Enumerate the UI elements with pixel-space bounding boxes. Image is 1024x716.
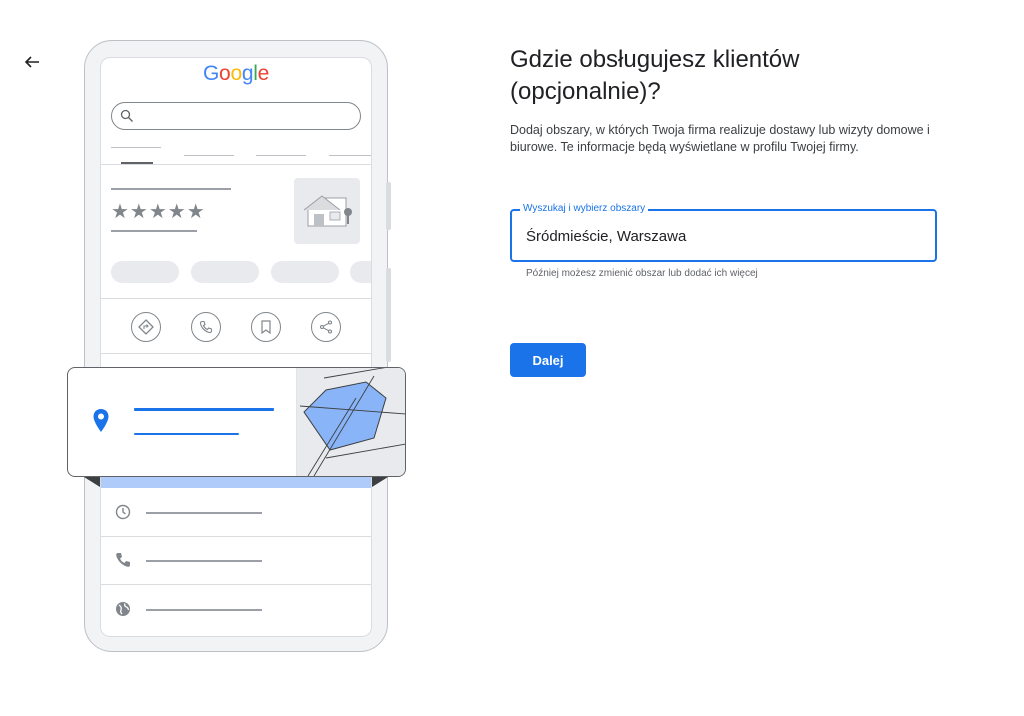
divider (101, 353, 371, 354)
divider (101, 584, 371, 585)
chip-placeholder (271, 261, 339, 283)
chip-placeholder (350, 261, 371, 283)
tab-line (184, 155, 234, 156)
back-button[interactable] (18, 48, 46, 76)
placeholder-line (146, 512, 262, 514)
phone-screen: Google ★★★★★ (100, 57, 372, 637)
phone-row-icon (113, 550, 133, 570)
website-row-icon (113, 599, 133, 619)
divider (101, 298, 371, 299)
placeholder-line (111, 230, 197, 232)
next-button[interactable]: Dalej (510, 343, 586, 377)
phone-icon (116, 553, 130, 567)
directions-action (131, 312, 161, 342)
storefront-icon (303, 195, 352, 227)
save-action (251, 312, 281, 342)
highlight-strip (101, 476, 371, 488)
tab-line (256, 155, 306, 156)
helper-text: Później możesz zmienić obszar lub dodać … (526, 268, 758, 279)
placeholder-line (146, 560, 262, 562)
service-area-field-label: Wyszukaj i wybierz obszary (520, 203, 649, 215)
rating-stars: ★★★★★ (111, 201, 206, 223)
directions-icon (138, 319, 154, 335)
service-area-map (296, 368, 405, 476)
service-area-field[interactable]: Wyszukaj i wybierz obszary (510, 203, 937, 262)
call-action (191, 312, 221, 342)
phone-side-button (386, 268, 391, 362)
business-thumbnail (294, 178, 360, 244)
logo-letter: g (241, 62, 254, 85)
logo-letter: o (219, 62, 231, 85)
fold-shadow (372, 477, 388, 487)
logo-letter: o (230, 62, 242, 85)
chip-placeholder (111, 261, 179, 283)
page-description: Dodaj obszary, w których Twoja firma rea… (510, 123, 930, 154)
globe-icon (116, 602, 130, 616)
clock-icon (115, 504, 131, 520)
tab-line (329, 155, 371, 156)
phone-side-button (386, 182, 391, 230)
logo-letter: G (203, 62, 220, 85)
placeholder-line (111, 188, 231, 190)
search-icon (120, 109, 133, 122)
service-area-input[interactable] (526, 225, 916, 247)
bookmark-icon (261, 320, 271, 334)
placeholder-line-blue (134, 433, 239, 435)
divider (101, 536, 371, 537)
phone-icon (199, 320, 213, 334)
share-icon (319, 320, 333, 334)
hours-row-icon (113, 502, 133, 522)
location-pin-icon (93, 409, 109, 432)
chip-placeholder (191, 261, 259, 283)
placeholder-line (146, 609, 262, 611)
google-logo: Google (101, 62, 371, 86)
share-action (311, 312, 341, 342)
logo-letter: e (257, 62, 270, 85)
divider (101, 164, 371, 165)
illustration-search-bar (111, 102, 361, 130)
tab-line (111, 147, 161, 148)
placeholder-line-blue (134, 408, 274, 411)
arrow-left-icon (24, 56, 39, 68)
service-area-card (67, 367, 406, 477)
fold-shadow (84, 477, 100, 487)
page-title: Gdzie obsługujesz klientów (opcjonalnie)… (510, 46, 800, 105)
